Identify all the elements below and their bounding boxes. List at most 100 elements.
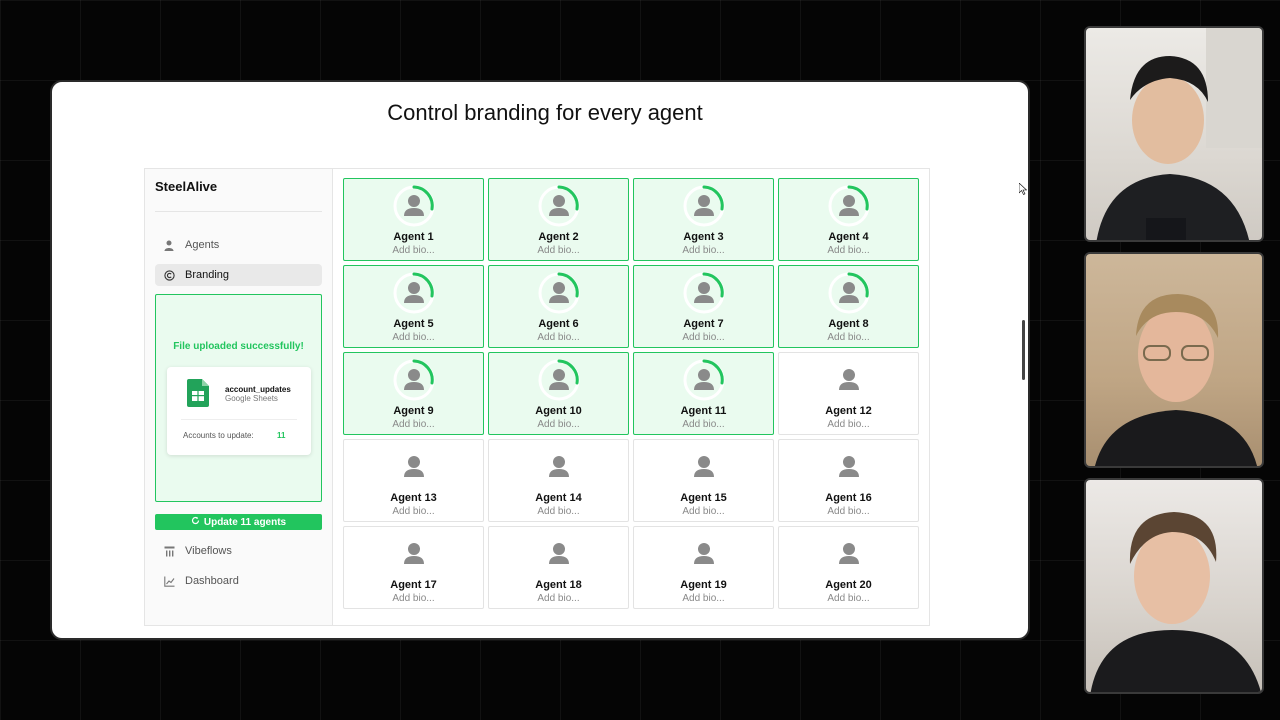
file-type: Google Sheets <box>225 394 278 403</box>
agent-card[interactable]: Agent 10 Add bio... <box>488 352 629 435</box>
agent-bio[interactable]: Add bio... <box>537 593 579 604</box>
agent-avatar <box>683 446 725 488</box>
agent-avatar <box>538 272 580 314</box>
agent-card[interactable]: Agent 11 Add bio... <box>633 352 774 435</box>
agent-bio[interactable]: Add bio... <box>537 506 579 517</box>
agent-card[interactable]: Agent 18 Add bio... <box>488 526 629 609</box>
agent-card[interactable]: Agent 3 Add bio... <box>633 178 774 261</box>
agent-bio[interactable]: Add bio... <box>827 332 869 343</box>
agent-card[interactable]: Agent 6 Add bio... <box>488 265 629 348</box>
sidebar-item-dashboard[interactable]: Dashboard <box>155 570 322 592</box>
agent-bio[interactable]: Add bio... <box>682 332 724 343</box>
agent-avatar <box>828 446 870 488</box>
sidebar-item-agents[interactable]: Agents <box>155 234 322 256</box>
person-icon <box>693 543 714 564</box>
agent-bio[interactable]: Add bio... <box>682 506 724 517</box>
upload-status: File uploaded successfully! <box>173 341 304 352</box>
agent-bio[interactable]: Add bio... <box>392 506 434 517</box>
agent-card[interactable]: Agent 15 Add bio... <box>633 439 774 522</box>
agent-bio[interactable]: Add bio... <box>682 419 724 430</box>
person-icon <box>403 456 424 477</box>
sidebar-item-label: Dashboard <box>185 575 239 587</box>
agent-card[interactable]: Agent 1 Add bio... <box>343 178 484 261</box>
agent-avatar <box>393 185 435 227</box>
person-icon <box>548 369 569 390</box>
agent-bio[interactable]: Add bio... <box>392 245 434 256</box>
agent-card[interactable]: Agent 12 Add bio... <box>778 352 919 435</box>
agent-name: Agent 5 <box>393 318 434 330</box>
update-agents-button[interactable]: Update 11 agents <box>155 514 322 530</box>
file-divider <box>181 419 297 420</box>
google-sheets-icon <box>187 379 209 412</box>
person-icon <box>838 195 859 216</box>
sidebar-item-vibeflows[interactable]: Vibeflows <box>155 540 322 562</box>
agent-bio[interactable]: Add bio... <box>392 332 434 343</box>
agent-bio[interactable]: Add bio... <box>392 593 434 604</box>
person-icon <box>838 369 859 390</box>
agent-name: Agent 7 <box>683 318 724 330</box>
brand-divider <box>155 211 322 212</box>
person-icon <box>693 369 714 390</box>
agent-name: Agent 13 <box>390 492 437 504</box>
agent-avatar <box>828 533 870 575</box>
file-name: account_updates <box>225 385 291 394</box>
agent-avatar <box>828 272 870 314</box>
agent-avatar <box>538 446 580 488</box>
agent-bio[interactable]: Add bio... <box>827 593 869 604</box>
agent-bio[interactable]: Add bio... <box>682 593 724 604</box>
agent-card[interactable]: Agent 8 Add bio... <box>778 265 919 348</box>
agent-name: Agent 12 <box>825 405 872 417</box>
agent-card[interactable]: Agent 4 Add bio... <box>778 178 919 261</box>
person-icon <box>163 239 175 251</box>
agent-bio[interactable]: Add bio... <box>392 419 434 430</box>
sidebar-item-label: Agents <box>185 239 220 251</box>
agent-grid: Agent 1 Add bio... Agent 2 Add bio... Agent … <box>333 169 929 625</box>
agent-card[interactable]: Agent 13 Add bio... <box>343 439 484 522</box>
agent-bio[interactable]: Add bio... <box>827 245 869 256</box>
scrollbar-thumb[interactable] <box>1022 320 1025 380</box>
agent-card[interactable]: Agent 9 Add bio... <box>343 352 484 435</box>
agent-avatar <box>538 533 580 575</box>
agent-bio[interactable]: Add bio... <box>537 332 579 343</box>
flow-icon <box>163 545 175 557</box>
agent-name: Agent 19 <box>680 579 727 591</box>
file-card: account_updates Google Sheets Accounts t… <box>167 367 311 455</box>
person-icon <box>548 195 569 216</box>
brand-name: SteelAlive <box>155 179 218 194</box>
agent-name: Agent 17 <box>390 579 437 591</box>
agent-avatar <box>393 359 435 401</box>
person-icon <box>693 195 714 216</box>
agent-bio[interactable]: Add bio... <box>827 419 869 430</box>
agent-name: Agent 2 <box>538 231 579 243</box>
agent-avatar <box>538 359 580 401</box>
copyright-icon <box>163 269 175 281</box>
agent-card[interactable]: Agent 7 Add bio... <box>633 265 774 348</box>
person-icon <box>548 282 569 303</box>
agent-card[interactable]: Agent 5 Add bio... <box>343 265 484 348</box>
agent-card[interactable]: Agent 2 Add bio... <box>488 178 629 261</box>
slide-title: Control branding for every agent <box>387 100 703 125</box>
sidebar: SteelAlive Agents Branding File uploaded… <box>145 169 333 625</box>
agent-bio[interactable]: Add bio... <box>537 245 579 256</box>
person-icon <box>403 543 424 564</box>
agent-card[interactable]: Agent 17 Add bio... <box>343 526 484 609</box>
agent-bio[interactable]: Add bio... <box>682 245 724 256</box>
agent-name: Agent 16 <box>825 492 872 504</box>
agent-avatar <box>828 359 870 401</box>
agent-card[interactable]: Agent 20 Add bio... <box>778 526 919 609</box>
person-icon <box>838 282 859 303</box>
person-icon <box>838 456 859 477</box>
sidebar-lower-nav: Vibeflows Dashboard <box>155 540 322 592</box>
agent-card[interactable]: Agent 19 Add bio... <box>633 526 774 609</box>
agent-bio[interactable]: Add bio... <box>537 419 579 430</box>
sidebar-item-branding[interactable]: Branding <box>155 264 322 286</box>
sidebar-item-label: Vibeflows <box>185 545 232 557</box>
agent-name: Agent 6 <box>538 318 579 330</box>
agent-name: Agent 8 <box>828 318 869 330</box>
upload-panel: File uploaded successfully! account_upda… <box>155 294 322 502</box>
agent-card[interactable]: Agent 16 Add bio... <box>778 439 919 522</box>
person-icon <box>548 456 569 477</box>
agent-card[interactable]: Agent 14 Add bio... <box>488 439 629 522</box>
agent-bio[interactable]: Add bio... <box>827 506 869 517</box>
video-participant-tile <box>1084 26 1264 242</box>
